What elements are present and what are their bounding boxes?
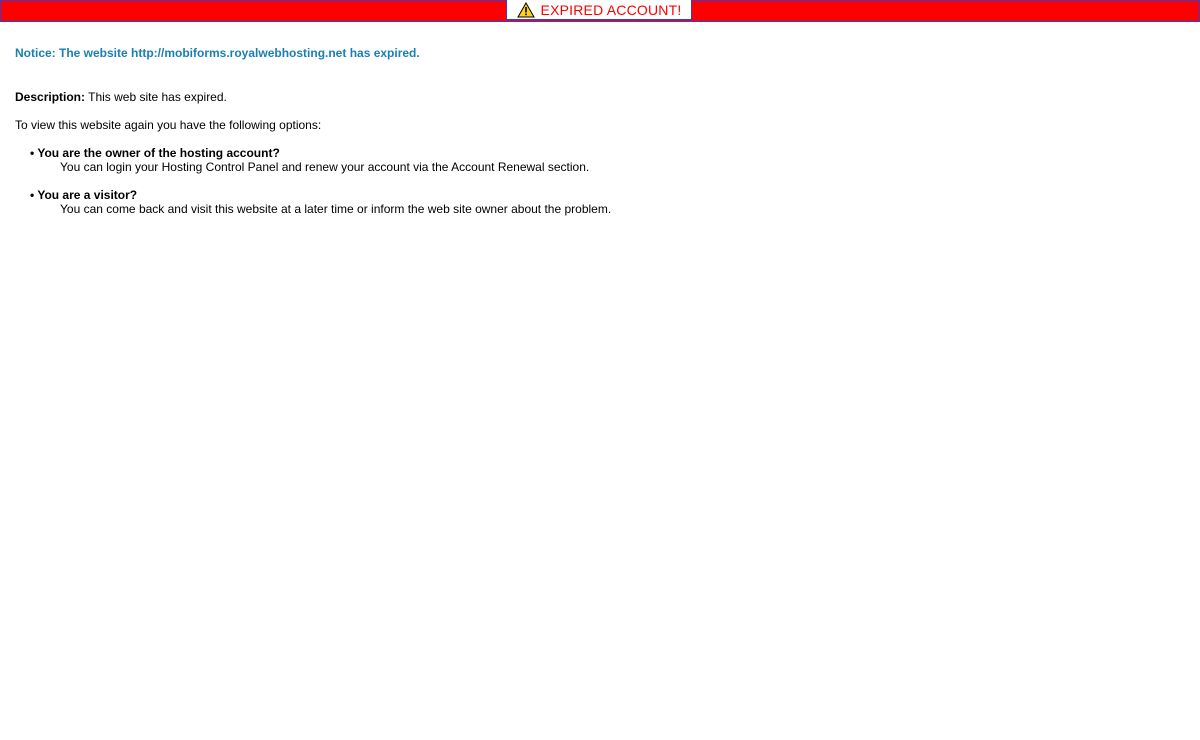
option-text: You can come back and visit this website… [60,202,612,216]
options-intro: To view this website again you have the … [15,118,322,132]
expiry-notice: Notice: The website http://mobiforms.roy… [15,46,420,60]
bullet: • [30,188,35,202]
bullet: • [30,146,35,160]
options-list: • You are the owner of the hosting accou… [30,146,1185,216]
option-title: • You are a visitor? [30,188,1185,202]
main-content: Notice: The website http://mobiforms.roy… [15,46,1185,230]
option-title: • You are the owner of the hosting accou… [30,146,1185,160]
expired-banner: EXPIRED ACCOUNT! [506,0,692,20]
description-text: This web site has expired. [85,90,227,104]
warning-triangle-icon [516,1,535,18]
option-title-text: You are a visitor? [37,188,138,202]
banner-title: EXPIRED ACCOUNT! [540,1,682,18]
description: Description: This web site has expired. [15,90,1185,104]
option-title-text: You are the owner of the hosting account… [37,146,280,160]
option-owner: • You are the owner of the hosting accou… [30,146,1185,174]
description-label: Description: [15,90,86,104]
option-visitor: • You are a visitor? You can come back a… [30,188,1185,216]
option-text: You can login your Hosting Control Panel… [60,160,590,174]
